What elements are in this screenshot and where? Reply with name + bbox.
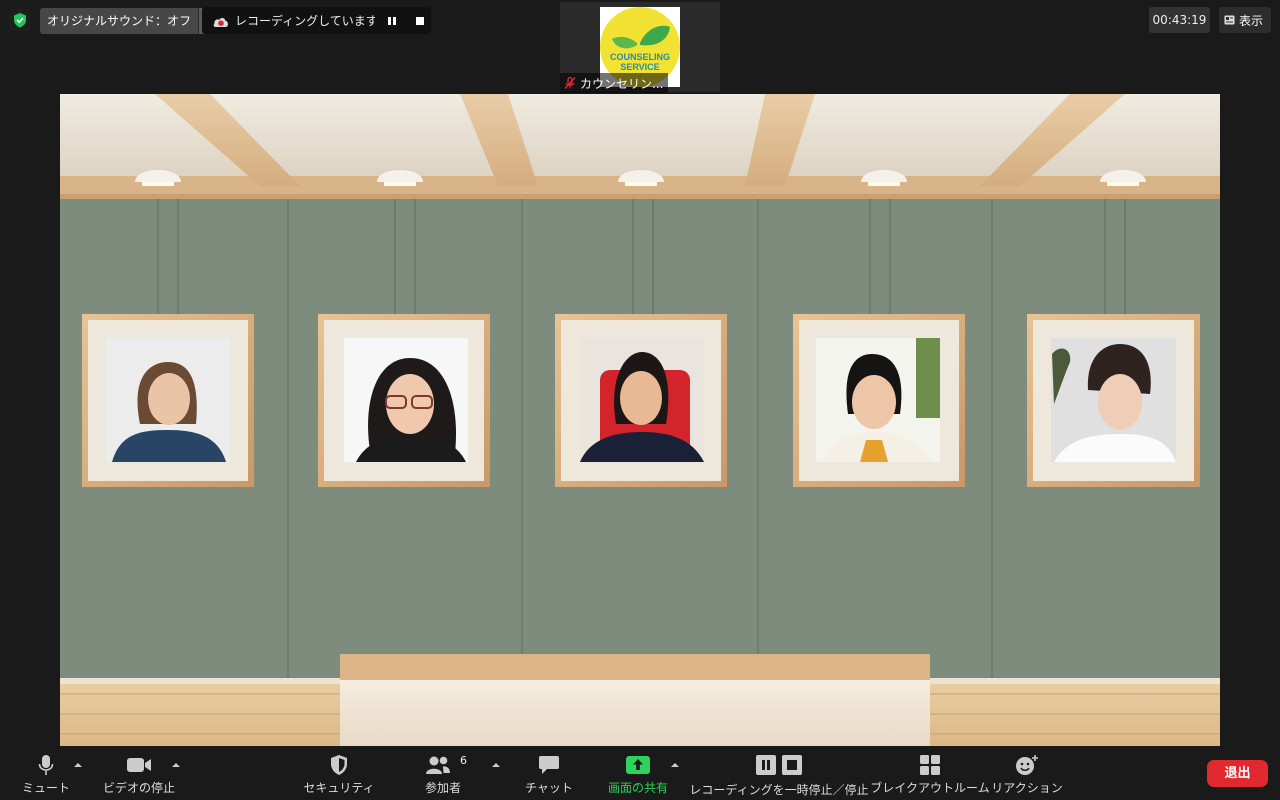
logo-text-line-1: COUNSELING <box>610 52 670 62</box>
video-options-caret[interactable] <box>170 758 182 770</box>
reactions-label: リアクション <box>991 781 1063 795</box>
video-label: ビデオの停止 <box>102 781 176 795</box>
shield-icon <box>329 754 349 776</box>
mute-button[interactable]: ミュート <box>18 748 74 800</box>
share-options-caret[interactable] <box>669 758 681 770</box>
participant-tile-4[interactable] <box>793 314 965 487</box>
muted-mic-icon <box>564 76 576 89</box>
participant-tile-5[interactable] <box>1027 314 1200 487</box>
view-button[interactable]: 表示 <box>1219 7 1272 33</box>
view-icon <box>1224 15 1235 25</box>
recording-indicator: レコーディングしています... <box>202 7 431 34</box>
meeting-toolbar: ミュート ビデオの停止 セキュリティ 6 参加者 チャット 画面の共有 レコーデ… <box>0 748 1280 800</box>
chat-bubble-icon <box>538 754 560 776</box>
chat-button[interactable]: チャット <box>520 748 578 800</box>
recording-control-label: レコーディングを一時停止／停止 <box>689 783 869 797</box>
breakout-grid-icon <box>919 754 941 776</box>
stop-video-button[interactable]: ビデオの停止 <box>100 748 178 800</box>
gallery-bench <box>340 654 930 746</box>
recording-status-text: レコーディングしています... <box>235 14 375 28</box>
share-screen-button[interactable]: 画面の共有 <box>600 748 676 800</box>
original-sound-label[interactable]: オリジナルサウンド：オフ <box>40 8 199 34</box>
meeting-timer: 00:43:19 <box>1149 7 1210 33</box>
immersive-gallery-view <box>60 94 1220 746</box>
cloud-record-icon <box>212 14 230 28</box>
participants-label: 参加者 <box>424 781 462 795</box>
participants-options-caret[interactable] <box>490 758 502 770</box>
microphone-icon <box>38 754 54 776</box>
leave-meeting-button[interactable]: 退出 <box>1207 760 1268 787</box>
pause-recording-button[interactable] <box>381 10 403 32</box>
chat-label: チャット <box>525 781 573 795</box>
logo-text-line-2: SERVICE <box>620 62 659 72</box>
breakout-rooms-button[interactable]: ブレイクアウトルーム <box>870 748 990 800</box>
reactions-button[interactable]: リアクション <box>991 748 1063 800</box>
participants-button[interactable]: 6 参加者 <box>412 748 474 800</box>
recording-control-button[interactable]: レコーディングを一時停止／停止 <box>689 748 869 800</box>
pause-stop-icons <box>756 754 802 776</box>
video-camera-icon <box>126 754 152 776</box>
participant-tile-2[interactable] <box>318 314 490 487</box>
participant-tile-3[interactable] <box>555 314 727 487</box>
breakout-label: ブレイクアウトルーム <box>870 781 990 795</box>
security-label: セキュリティ <box>303 781 375 795</box>
mute-label: ミュート <box>21 781 71 795</box>
thumbnail-name-tag: カウンセリン... <box>560 73 669 93</box>
share-label: 画面の共有 <box>607 781 669 795</box>
participants-count: 6 <box>460 754 467 767</box>
security-shield-icon[interactable] <box>9 9 31 31</box>
participants-icon <box>425 754 451 776</box>
stop-recording-button[interactable] <box>409 10 431 32</box>
active-speaker-thumbnail[interactable]: COUNSELING SERVICE カウンセリン... <box>560 2 720 93</box>
audio-options-caret[interactable] <box>72 758 84 770</box>
thumbnail-name: カウンセリン... <box>580 76 664 91</box>
share-screen-icon <box>626 754 650 776</box>
smiley-plus-icon <box>1015 754 1039 776</box>
view-label: 表示 <box>1239 13 1264 28</box>
original-sound-toggle[interactable]: オリジナルサウンド：オフ <box>40 8 216 34</box>
participant-tile-1[interactable] <box>82 314 254 487</box>
security-button[interactable]: セキュリティ <box>303 748 375 800</box>
